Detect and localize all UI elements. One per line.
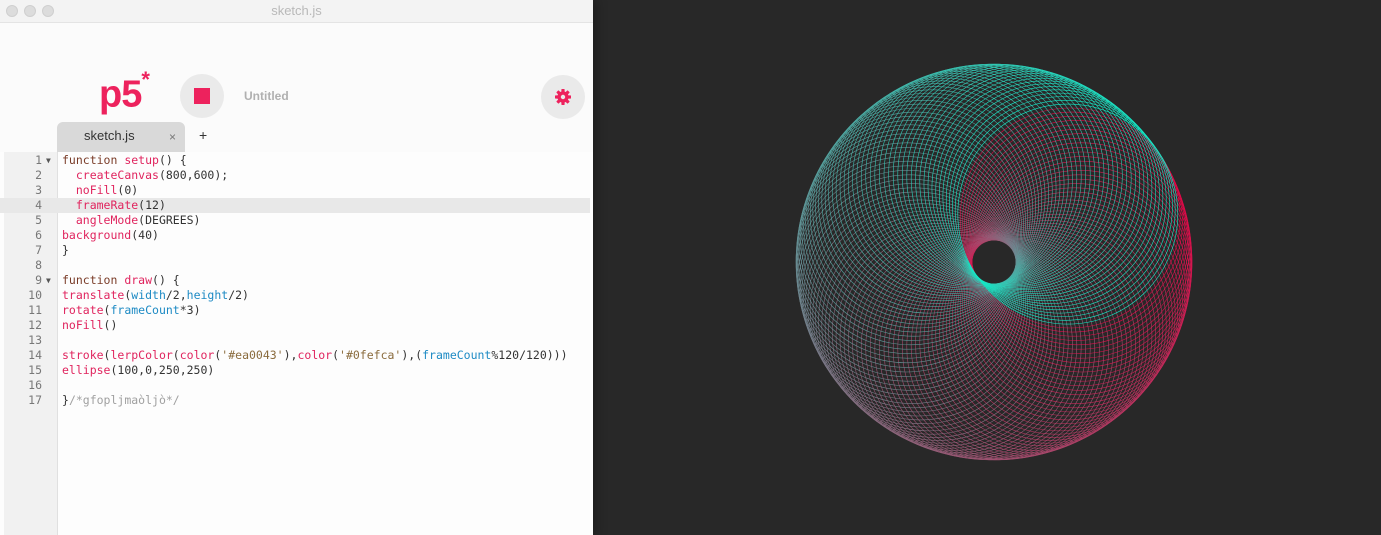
code-line[interactable]: 5 angleMode(DEGREES): [0, 213, 590, 228]
tab-label: sketch.js: [84, 128, 135, 143]
line-number: 1: [35, 153, 42, 167]
line-number: 3: [35, 183, 42, 197]
code-text: }: [62, 243, 69, 257]
line-number: 15: [28, 363, 42, 377]
code-line[interactable]: 15 ellipse(100,0,250,250): [0, 363, 590, 378]
line-number: 13: [28, 333, 42, 347]
line-number: 2: [35, 168, 42, 182]
toolbar: p5* Untitled: [0, 23, 593, 123]
sketch-canvas[interactable]: [593, 0, 1381, 535]
fold-arrow-icon[interactable]: ▼: [46, 273, 51, 288]
ellipse-stroke: [971, 142, 1192, 364]
stop-button[interactable]: [180, 74, 224, 118]
ellipse-stroke: [971, 160, 1192, 382]
line-number: 11: [28, 303, 42, 317]
code-text: ellipse(100,0,250,250): [62, 363, 215, 377]
code-text: function draw() {: [62, 273, 180, 287]
sketch-drawing: [795, 63, 1193, 461]
code-line[interactable]: 16: [0, 378, 590, 393]
code-line[interactable]: 14 stroke(lerpColor(color('#ea0043'),colo…: [0, 348, 590, 363]
code-text: function setup() {: [62, 153, 187, 167]
settings-button[interactable]: [541, 75, 585, 119]
line-number: 4: [35, 198, 42, 212]
window-title: sketch.js: [271, 3, 322, 18]
stop-icon: [194, 88, 210, 104]
code-line[interactable]: 13: [0, 333, 590, 348]
ellipse-stroke: [796, 160, 1017, 382]
tab-sketch-js[interactable]: sketch.js ×: [57, 122, 185, 152]
line-number: 14: [28, 348, 42, 362]
ellipse-trail: [795, 63, 1193, 461]
ellipse-stroke: [874, 239, 1096, 460]
project-name[interactable]: Untitled: [244, 89, 289, 103]
code-text: stroke(lerpColor(color('#ea0043'),color(…: [62, 348, 568, 362]
line-number: 12: [28, 318, 42, 332]
code-text: noFill(0): [75, 183, 139, 197]
ellipse-stroke: [892, 64, 1114, 285]
code-text: createCanvas(800,600);: [75, 168, 229, 182]
line-number: 7: [35, 243, 42, 257]
code-editor[interactable]: 1 ▼ function setup() {2 createCanvas(800,6…: [0, 152, 593, 535]
code-text: }/*gfopljmaòljò*/: [62, 393, 180, 407]
code-line[interactable]: 2 createCanvas(800,600);: [0, 168, 590, 183]
line-number: 9: [35, 273, 42, 287]
ellipse-stroke: [796, 142, 1017, 364]
p5-logo: p5*: [99, 67, 150, 116]
line-number: 6: [35, 228, 42, 242]
code-text: rotate(frameCount*3): [62, 303, 201, 317]
line-number: 8: [35, 258, 42, 272]
code-line[interactable]: 6 background(40): [0, 228, 590, 243]
fold-arrow-icon[interactable]: ▼: [46, 153, 51, 168]
add-tab-button[interactable]: +: [199, 127, 207, 143]
code-line[interactable]: 12 noFill(): [0, 318, 590, 333]
title-bar: sketch.js: [0, 0, 593, 23]
code-line[interactable]: 9 ▼ function draw() {: [0, 273, 590, 288]
editor-window: sketch.js p5* Untitled sketch.js × + 1 ▼…: [0, 0, 593, 535]
code-line[interactable]: 4 frameRate(12): [0, 198, 590, 213]
code-line[interactable]: 8: [0, 258, 590, 273]
line-number: 17: [28, 393, 42, 407]
line-number: 5: [35, 213, 42, 227]
code-line[interactable]: 17 }/*gfopljmaòljò*/: [0, 393, 590, 408]
gear-icon: [555, 89, 571, 105]
code-text: noFill(): [62, 318, 118, 332]
code-text: background(40): [62, 228, 159, 242]
code-text: translate(width/2,height/2): [62, 288, 249, 302]
close-tab-icon[interactable]: ×: [169, 130, 176, 144]
tab-bar: sketch.js × +: [0, 122, 593, 152]
code-text: angleMode(DEGREES): [75, 213, 201, 227]
code-line[interactable]: 7}: [0, 243, 590, 258]
ellipse-stroke: [874, 64, 1096, 285]
line-number: 10: [28, 288, 42, 302]
code-line[interactable]: 11 rotate(frameCount*3): [0, 303, 590, 318]
code-line[interactable]: 1 ▼ function setup() {: [0, 153, 590, 168]
ellipse-stroke: [892, 239, 1114, 460]
code-text: frameRate(12): [75, 198, 166, 212]
line-number: 16: [28, 378, 42, 392]
code-line[interactable]: 3 noFill(0): [0, 183, 590, 198]
code-line[interactable]: 10 translate(width/2,height/2): [0, 288, 590, 303]
